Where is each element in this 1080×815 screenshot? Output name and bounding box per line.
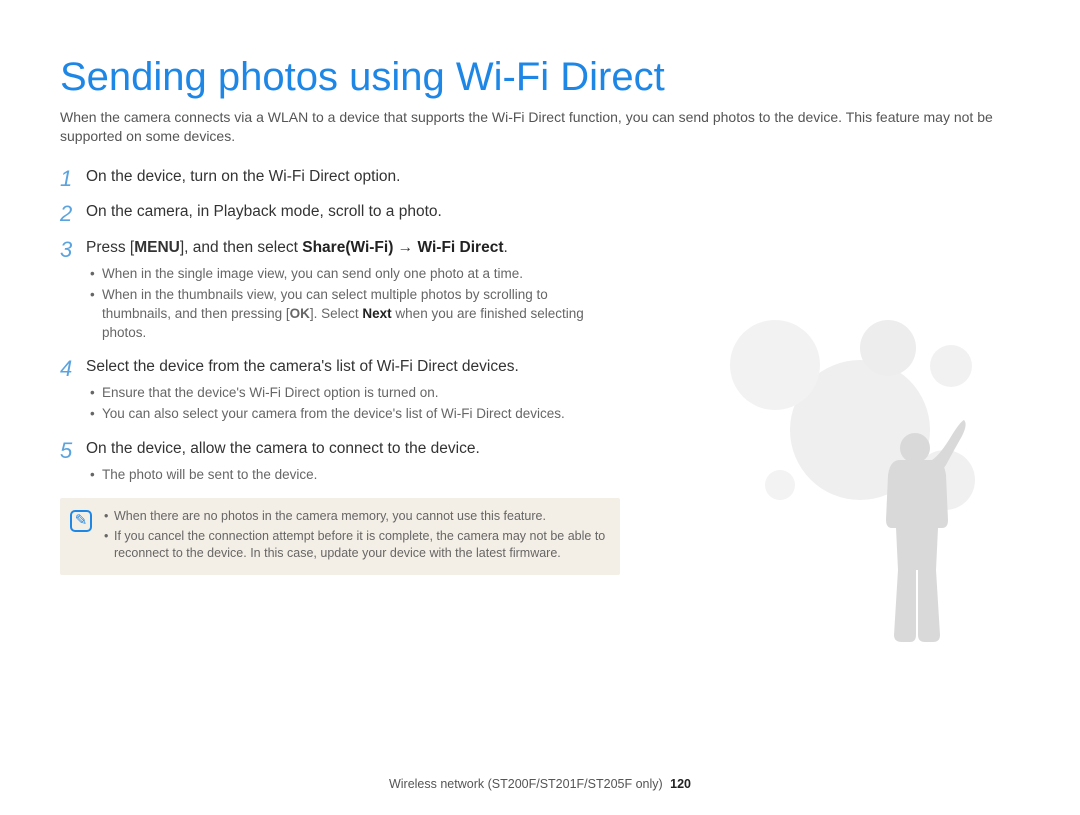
step-1-text: On the device, turn on the Wi-Fi Direct … <box>86 168 400 185</box>
step-3-sub-2: When in the thumbnails view, you can sel… <box>86 286 620 343</box>
step-1: On the device, turn on the Wi-Fi Direct … <box>60 166 620 188</box>
bubble-icon <box>930 345 972 387</box>
bubble-icon <box>730 320 820 410</box>
share-wifi-label: Share(Wi-Fi) <box>302 239 393 256</box>
note-2: If you cancel the connection attempt bef… <box>102 528 606 563</box>
intro-text: When the camera connects via a WLAN to a… <box>60 108 1020 146</box>
steps-list: On the device, turn on the Wi-Fi Direct … <box>60 166 620 485</box>
step-5-text: On the device, allow the camera to conne… <box>86 440 480 457</box>
steps-column: On the device, turn on the Wi-Fi Direct … <box>60 166 620 575</box>
manual-page: Sending photos using Wi-Fi Direct When t… <box>0 0 1080 815</box>
step-4: Select the device from the camera's list… <box>60 356 620 423</box>
note-list: When there are no photos in the camera m… <box>102 508 606 565</box>
step-3: Press [MENU], and then select Share(Wi-F… <box>60 237 620 342</box>
step-4-sublist: Ensure that the device's Wi-Fi Direct op… <box>86 384 620 424</box>
next-label: Next <box>362 306 391 321</box>
note-box: ✎ When there are no photos in the camera… <box>60 498 620 575</box>
note-icon: ✎ <box>70 510 92 532</box>
footer-text: Wireless network (ST200F/ST201F/ST205F o… <box>389 777 663 791</box>
wifi-direct-label: Wi-Fi Direct <box>418 239 504 256</box>
page-number: 120 <box>670 777 691 791</box>
page-title: Sending photos using Wi-Fi Direct <box>60 55 1020 100</box>
ok-button-label: OK <box>290 305 310 324</box>
decorative-illustration <box>730 320 1030 660</box>
step-4-text: Select the device from the camera's list… <box>86 358 519 375</box>
step-5-sub-1: The photo will be sent to the device. <box>86 466 620 485</box>
step-5: On the device, allow the camera to conne… <box>60 438 620 485</box>
step-2: On the camera, in Playback mode, scroll … <box>60 201 620 223</box>
menu-button-label: MENU <box>134 237 180 259</box>
person-silhouette-icon <box>860 420 970 650</box>
bubble-icon <box>860 320 916 376</box>
step-4-sub-1: Ensure that the device's Wi-Fi Direct op… <box>86 384 620 403</box>
step-3-text: Press [MENU], and then select Share(Wi-F… <box>86 239 508 256</box>
bubble-icon <box>765 470 795 500</box>
step-3-sub-1: When in the single image view, you can s… <box>86 265 620 284</box>
step-4-sub-2: You can also select your camera from the… <box>86 405 620 424</box>
step-5-sublist: The photo will be sent to the device. <box>86 466 620 485</box>
page-footer: Wireless network (ST200F/ST201F/ST205F o… <box>0 777 1080 791</box>
step-3-sublist: When in the single image view, you can s… <box>86 265 620 343</box>
note-1: When there are no photos in the camera m… <box>102 508 606 526</box>
step-2-text: On the camera, in Playback mode, scroll … <box>86 203 442 220</box>
